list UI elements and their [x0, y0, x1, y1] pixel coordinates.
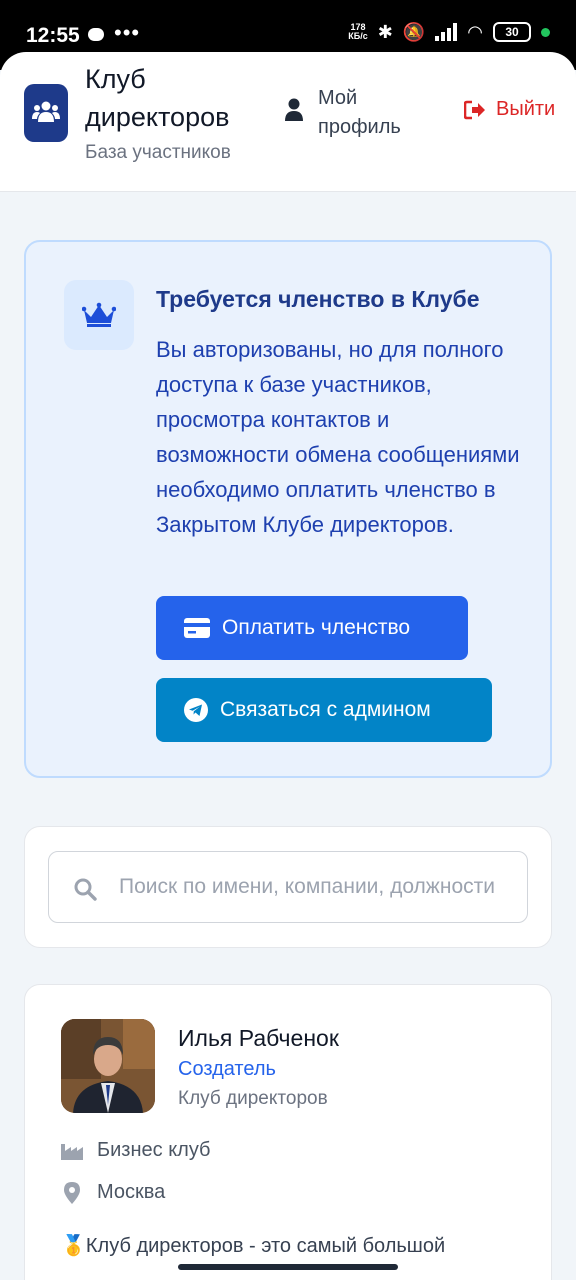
message-notification-icon	[88, 28, 104, 41]
location-pin-icon	[64, 1181, 80, 1204]
member-company: Клуб директоров	[178, 1088, 328, 1109]
mute-icon: 🔕	[402, 22, 426, 42]
users-icon	[32, 101, 60, 122]
member-photo	[61, 1019, 155, 1113]
industry-icon	[61, 1143, 83, 1160]
member-city: Москва	[61, 1181, 165, 1204]
member-industry-label: Бизнес клуб	[97, 1139, 211, 1161]
network-speed: 178 КБ/с	[348, 22, 368, 41]
club-logo[interactable]	[24, 84, 68, 142]
privacy-indicator-icon	[541, 27, 550, 37]
membership-required-card: Требуется членство в Клубе Вы авторизова…	[24, 240, 552, 778]
member-industry: Бизнес клуб	[61, 1139, 211, 1162]
member-card[interactable]: Илья Рабченок Создатель Клуб директоров …	[24, 984, 552, 1280]
user-icon	[285, 98, 303, 121]
crown-badge	[64, 280, 134, 350]
crown-icon	[82, 302, 116, 327]
signal-icon	[435, 23, 458, 41]
member-name: Илья Рабченок	[178, 1025, 339, 1051]
member-avatar[interactable]	[61, 1019, 155, 1113]
app-subtitle: База участников	[85, 142, 231, 163]
battery-icon: 30	[493, 22, 531, 42]
search-icon	[74, 878, 97, 901]
more-notifications-icon: •••	[114, 20, 141, 45]
my-profile-label: Мой профиль	[318, 87, 401, 138]
pay-membership-label: Оплатить членство	[222, 616, 411, 639]
wifi-icon: ◠	[467, 22, 483, 42]
member-about: 🥇Клуб директоров - это самый большой	[61, 1235, 446, 1257]
home-indicator[interactable]	[178, 1264, 398, 1270]
contact-admin-label: Связаться с админом	[220, 698, 431, 721]
membership-description: Вы авторизованы, но для полного доступа …	[156, 337, 520, 537]
my-profile-link[interactable]: Мой профиль	[284, 84, 418, 142]
member-role: Создатель	[178, 1058, 276, 1080]
logout-label: Выйти	[496, 98, 556, 120]
contact-admin-button[interactable]: Связаться с админом	[156, 678, 492, 742]
status-time: 12:55	[26, 24, 80, 47]
search-card	[24, 826, 552, 948]
logout-button[interactable]: Выйти	[464, 98, 555, 121]
membership-title: Требуется членство в Клубе	[156, 286, 480, 312]
sign-out-icon	[464, 100, 485, 119]
search-field[interactable]	[48, 851, 528, 923]
pay-membership-button[interactable]: Оплатить членство	[156, 596, 468, 660]
app-title: Клуб директоров	[85, 64, 230, 132]
credit-card-icon	[184, 618, 210, 638]
telegram-icon	[184, 698, 208, 722]
member-city-label: Москва	[97, 1181, 166, 1203]
bluetooth-icon: ✱	[377, 22, 393, 42]
app-header: Клуб директоров База участников Мой проф…	[0, 52, 576, 192]
search-input[interactable]	[119, 852, 519, 922]
